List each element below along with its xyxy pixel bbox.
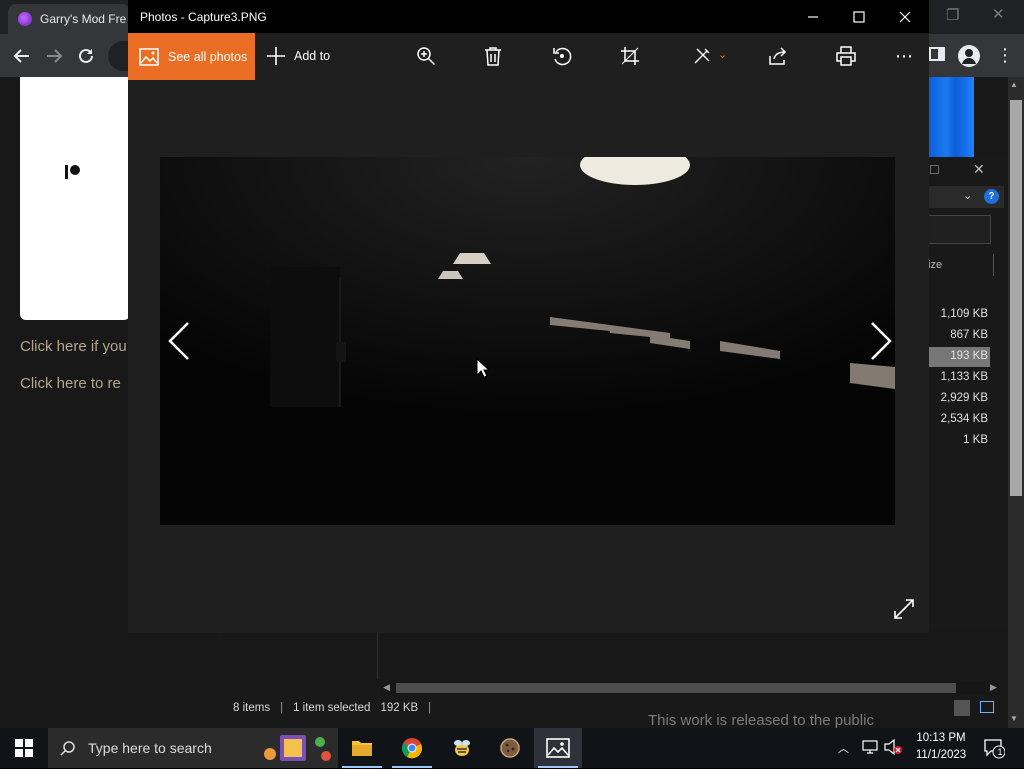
next-photo-arrow-icon[interactable]: [866, 318, 896, 364]
patreon-logo-icon: [64, 163, 82, 181]
selection-count: 1 item selected: [293, 702, 371, 714]
taskbar-clock[interactable]: 10:13 PM 11/1/2023: [906, 730, 976, 766]
maximize-icon[interactable]: [836, 0, 882, 33]
windows-start-icon[interactable]: [0, 728, 48, 768]
address-bar[interactable]: [108, 41, 130, 71]
chrome-tab-title: Garry's Mod Fre: [40, 12, 127, 26]
search-icon: [60, 741, 75, 756]
print-icon[interactable]: [830, 40, 862, 72]
back-icon[interactable]: [7, 41, 37, 71]
scroll-right-icon[interactable]: ▶: [990, 682, 997, 693]
share-icon[interactable]: [762, 40, 794, 72]
chrome-scroll-thumb[interactable]: [1010, 100, 1022, 496]
explorer-close-icon[interactable]: ✕: [973, 161, 985, 178]
volume-muted-icon[interactable]: [884, 738, 902, 760]
file-size[interactable]: 2,534 KB: [926, 413, 988, 425]
photo-viewer-image[interactable]: [160, 157, 895, 525]
reload-icon[interactable]: [71, 41, 101, 71]
clock-time: 10:13 PM: [916, 732, 966, 744]
cookie-app-taskbar-icon[interactable]: [486, 728, 534, 768]
scroll-up-icon[interactable]: ▲: [1010, 80, 1018, 89]
file-explorer-taskbar-icon[interactable]: [338, 728, 386, 768]
file-size[interactable]: 1 KB: [926, 434, 988, 446]
edit-dropdown-chevron-icon[interactable]: ⌄: [718, 48, 727, 61]
show-hidden-icons-chevron-icon[interactable]: ︿: [838, 740, 849, 756]
selection-size: 192 KB: [380, 702, 419, 714]
file-size[interactable]: 1,133 KB: [926, 371, 988, 383]
edit-icon[interactable]: [686, 40, 718, 72]
sidepanel-icon[interactable]: [928, 45, 946, 68]
see-all-photos-button[interactable]: See all photos: [128, 33, 255, 80]
notification-count: 1: [997, 747, 1003, 757]
add-to-label: Add to: [294, 49, 331, 63]
photos-close-icon[interactable]: [882, 0, 928, 33]
photos-taskbar-icon[interactable]: [534, 728, 582, 768]
previous-photo-arrow-icon[interactable]: [164, 318, 194, 364]
column-divider: [993, 254, 994, 276]
explorer-nav-pane: [218, 633, 378, 679]
background-caption: This work is released to the public: [648, 712, 874, 728]
status-separator: |: [280, 702, 284, 714]
item-count: 8 items: [233, 702, 271, 714]
close-icon[interactable]: ✕: [992, 5, 1005, 23]
delete-icon[interactable]: [477, 40, 509, 72]
forward-icon[interactable]: [39, 41, 69, 71]
crop-icon[interactable]: [614, 40, 646, 72]
restore-icon[interactable]: ❐: [946, 6, 959, 24]
page-link-2[interactable]: Click here to re: [20, 375, 128, 392]
file-size[interactable]: 193 KB: [926, 350, 988, 362]
chrome-taskbar-icon[interactable]: [388, 728, 436, 768]
plus-icon: [267, 47, 285, 65]
page-card: [20, 77, 130, 320]
help-icon[interactable]: ?: [984, 189, 999, 204]
scroll-down-icon[interactable]: ▼: [1010, 714, 1018, 723]
minimize-icon[interactable]: [790, 0, 836, 33]
status-separator: |: [428, 702, 432, 714]
bee-app-taskbar-icon[interactable]: [438, 728, 486, 768]
search-placeholder: Type here to search: [88, 740, 212, 756]
photos-window-title: Photos - Capture3.PNG: [140, 10, 267, 24]
search-highlight-icon[interactable]: [262, 732, 334, 764]
more-icon[interactable]: ⋯: [888, 40, 920, 72]
profile-avatar[interactable]: [958, 45, 980, 67]
size-column-header[interactable]: ize: [928, 259, 942, 271]
page-link-1[interactable]: Click here if you: [20, 338, 128, 355]
explorer-search-input[interactable]: [928, 215, 991, 244]
file-size[interactable]: 2,929 KB: [926, 392, 988, 404]
mouse-cursor-icon: [476, 357, 491, 383]
see-all-photos-label: See all photos: [168, 49, 248, 64]
maximize-icon[interactable]: ☐: [929, 163, 940, 177]
file-size[interactable]: 1,109 KB: [926, 308, 988, 320]
network-icon[interactable]: [862, 740, 878, 759]
chevron-down-icon[interactable]: ⌄: [963, 189, 972, 202]
file-size[interactable]: 867 KB: [926, 329, 988, 341]
chrome-tab[interactable]: Garry's Mod Fre: [8, 4, 130, 34]
scroll-left-icon[interactable]: ◀: [383, 682, 390, 693]
clock-date: 11/1/2023: [915, 749, 967, 761]
photo-gallery-icon: [139, 47, 159, 66]
fullscreen-icon[interactable]: [893, 598, 915, 625]
add-to-button[interactable]: Add to: [266, 44, 330, 68]
zoom-icon[interactable]: [410, 40, 442, 72]
page-image: [928, 77, 974, 157]
tab-favicon-icon: [18, 12, 32, 26]
horizontal-scroll-thumb[interactable]: [396, 683, 956, 693]
chrome-menu-icon[interactable]: ⋮: [996, 45, 1014, 66]
rotate-icon[interactable]: [546, 40, 578, 72]
